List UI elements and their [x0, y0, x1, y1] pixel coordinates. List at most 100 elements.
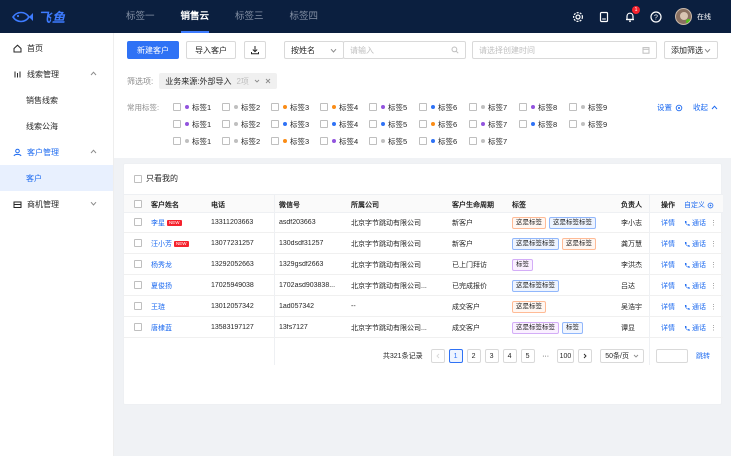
top-tab-sales-cloud[interactable]: 销售云 [168, 0, 223, 33]
checkbox[interactable] [271, 137, 279, 145]
customer-name-link[interactable]: 杨秀龙 [151, 262, 172, 269]
checkbox[interactable] [469, 137, 477, 145]
checkbox[interactable] [569, 120, 577, 128]
notification-bell-icon[interactable]: 1 [623, 6, 640, 23]
customer-name-link[interactable]: 唐棣蓝 [151, 325, 172, 332]
page-button[interactable]: 5 [520, 349, 535, 363]
detail-link[interactable]: 详情 [661, 325, 675, 332]
sidebar-item-customer[interactable]: 客户 [0, 165, 113, 191]
common-tag-option[interactable]: 标签3 [271, 101, 309, 113]
common-tag-option[interactable]: 标签2 [222, 101, 260, 113]
common-tag-option[interactable]: 标签7 [469, 135, 507, 147]
customer-name-link[interactable]: 汪小芳 [151, 241, 172, 248]
common-tag-option[interactable]: 标签2 [222, 118, 260, 130]
detail-link[interactable]: 详情 [661, 304, 675, 311]
tag-settings-link[interactable]: 设置 [657, 102, 683, 113]
page-button[interactable]: 3 [484, 349, 499, 363]
more-actions-icon[interactable]: ⋮ [710, 283, 717, 290]
download-button[interactable] [244, 41, 266, 59]
checkbox[interactable] [134, 238, 142, 247]
created-date-picker[interactable]: 请选择创建时间 [472, 41, 657, 59]
checkbox[interactable] [320, 103, 328, 111]
only-mine-checkbox[interactable]: 只看我的 [134, 173, 178, 184]
select-all-checkbox[interactable] [134, 200, 146, 210]
call-link[interactable]: 通话 [684, 239, 706, 249]
common-tag-option[interactable]: 标签8 [519, 118, 557, 130]
common-tag-option[interactable]: 标签5 [369, 135, 407, 147]
document-icon[interactable] [597, 10, 610, 23]
common-tag-option[interactable]: 标签3 [271, 135, 309, 147]
page-button[interactable]: 2 [466, 349, 481, 363]
checkbox[interactable] [173, 120, 181, 128]
table-row[interactable]: 汪小芳 NEW 13077231257 130dsdf31257 北京字节跳动有限公司 新… [124, 234, 723, 254]
top-tab-3[interactable]: 标签三 [222, 0, 277, 33]
common-tag-option[interactable]: 标签8 [519, 101, 557, 113]
more-actions-icon[interactable]: ⋮ [710, 304, 717, 311]
checkbox[interactable] [134, 322, 142, 331]
more-actions-icon[interactable]: ⋮ [710, 262, 717, 269]
call-link[interactable]: 通话 [684, 323, 706, 333]
detail-link[interactable]: 详情 [661, 262, 675, 269]
common-tag-option[interactable]: 标签4 [320, 118, 358, 130]
checkbox[interactable] [173, 137, 181, 145]
common-tag-option[interactable]: 标签2 [222, 135, 260, 147]
call-link[interactable]: 通话 [684, 260, 706, 270]
checkbox[interactable] [134, 174, 142, 183]
checkbox[interactable] [419, 120, 427, 128]
common-tag-option[interactable]: 标签4 [320, 101, 358, 113]
checkbox[interactable] [369, 103, 377, 111]
checkbox[interactable] [222, 137, 230, 145]
search-input[interactable]: 请输入 [343, 41, 466, 59]
import-customer-button[interactable]: 导入客户 [186, 41, 236, 59]
common-tag-option[interactable]: 标签1 [173, 101, 211, 113]
common-tag-option[interactable]: 标签7 [469, 118, 507, 130]
help-icon[interactable]: ? [649, 10, 662, 23]
checkbox[interactable] [419, 103, 427, 111]
top-tab-1[interactable]: 标签一 [113, 0, 168, 33]
table-row[interactable]: 夏俊扬 17025949038 1702asd903838... 北京字节跳动有限公司… [124, 276, 723, 296]
call-link[interactable]: 通话 [684, 302, 706, 312]
detail-link[interactable]: 详情 [661, 241, 675, 248]
jump-page-input[interactable] [656, 349, 688, 363]
common-tag-option[interactable]: 标签1 [173, 135, 211, 147]
sidebar-group-opportunity[interactable]: 商机管理 [0, 191, 113, 217]
detail-link[interactable]: 详情 [661, 283, 675, 290]
checkbox[interactable] [134, 280, 142, 289]
settings-gear-icon[interactable] [571, 10, 584, 23]
more-actions-icon[interactable]: ⋮ [710, 325, 717, 332]
table-row[interactable]: 唐棣蓝 13583197127 13fs7127 北京字节跳动有限公司... 成交客户 这… [124, 318, 723, 338]
page-button[interactable]: 4 [502, 349, 517, 363]
checkbox[interactable] [469, 103, 477, 111]
checkbox[interactable] [469, 120, 477, 128]
close-icon[interactable] [265, 78, 271, 84]
common-tag-option[interactable]: 标签5 [369, 101, 407, 113]
detail-link[interactable]: 详情 [661, 220, 675, 227]
sidebar-group-leads[interactable]: 线索管理 [0, 61, 113, 87]
collapse-tags-link[interactable]: 收起 [693, 102, 718, 113]
sidebar-item-leads-pool[interactable]: 线索公海 [0, 113, 113, 139]
checkbox[interactable] [134, 217, 142, 226]
customer-name-link[interactable]: 李星 [151, 220, 165, 227]
sidebar-item-sales-leads[interactable]: 销售线索 [0, 87, 113, 113]
checkbox[interactable] [569, 103, 577, 111]
common-tag-option[interactable]: 标签1 [173, 118, 211, 130]
call-link[interactable]: 通话 [684, 218, 706, 228]
checkbox[interactable] [419, 137, 427, 145]
checkbox[interactable] [222, 103, 230, 111]
common-tag-option[interactable]: 标签6 [419, 135, 457, 147]
filter-tag-source[interactable]: 业务来源:外部导入 2项 [159, 73, 277, 89]
common-tag-option[interactable]: 标签5 [369, 118, 407, 130]
checkbox[interactable] [134, 259, 142, 268]
common-tag-option[interactable]: 标签6 [419, 118, 457, 130]
page-size-select[interactable]: 50条/页 [600, 349, 644, 363]
customize-columns-link[interactable]: 自定义 [684, 200, 714, 210]
more-actions-icon[interactable]: ⋮ [710, 241, 717, 248]
table-row[interactable]: 李星 NEW 13311203663 asdf203663 北京字节跳动有限公司 新客户 这… [124, 213, 723, 233]
checkbox[interactable] [271, 103, 279, 111]
sidebar-group-customer[interactable]: 客户管理 [0, 139, 113, 165]
table-row[interactable]: 王琏 13012057342 1ad057342 -- 成交客户 这是标签 吴浩宇 详情 通话 ⋮ [124, 297, 723, 317]
brand-logo[interactable]: 飞鱼 [0, 0, 85, 33]
checkbox[interactable] [320, 137, 328, 145]
page-ellipsis[interactable]: ··· [539, 349, 553, 363]
common-tag-option[interactable]: 标签9 [569, 101, 607, 113]
